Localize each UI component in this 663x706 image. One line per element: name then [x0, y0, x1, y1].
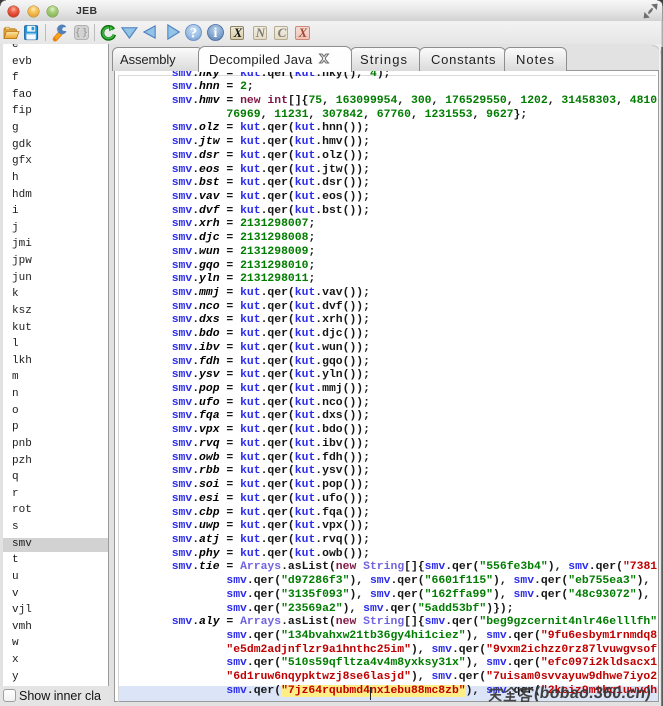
svg-text:?: ?	[190, 25, 197, 41]
svg-text:{ }: { }	[76, 27, 87, 39]
svg-text:i: i	[214, 26, 218, 41]
